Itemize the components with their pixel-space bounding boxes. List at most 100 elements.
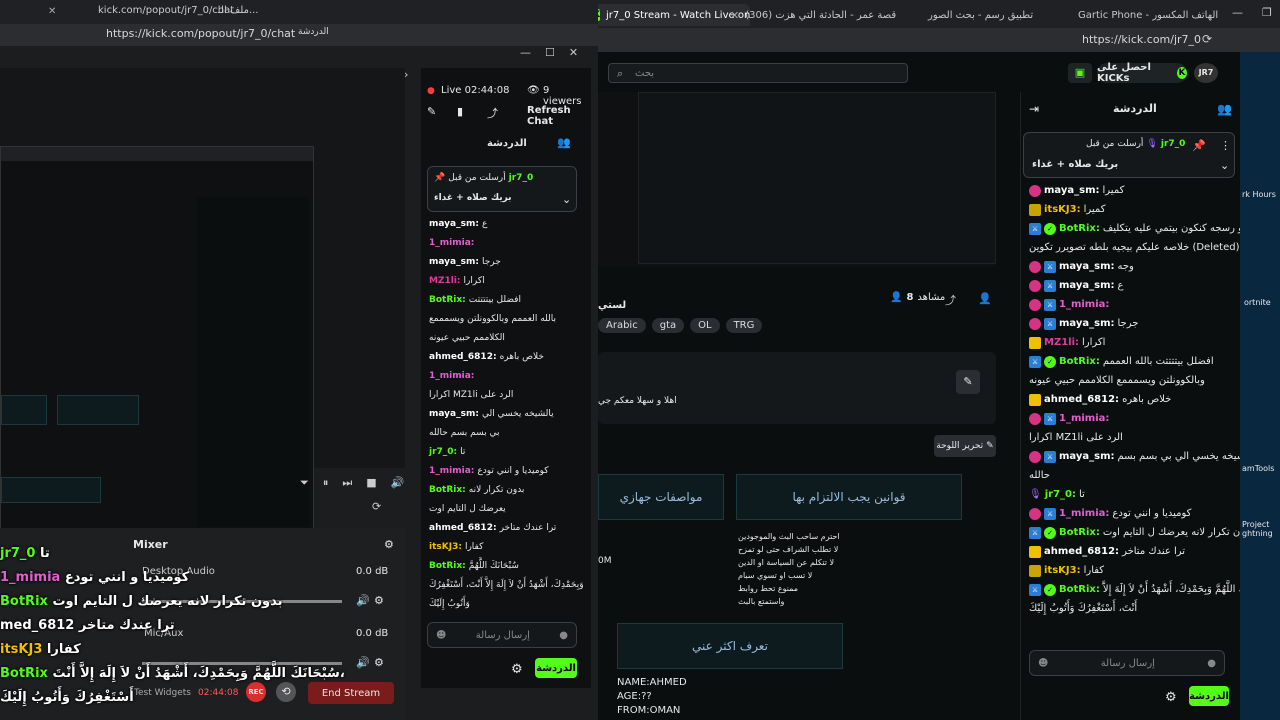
pencil-icon[interactable]: ✎ — [427, 105, 436, 118]
tag-gta[interactable]: gta — [651, 318, 685, 333]
chat-username[interactable]: ahmed_6812: — [1044, 393, 1119, 406]
popout-url[interactable]: https://kick.com/popout/jr7_0/chat — [106, 27, 295, 40]
chat-username[interactable]: maya_sm: — [1059, 317, 1115, 330]
volume-icon[interactable]: 🔊 — [391, 476, 405, 490]
share-icon[interactable]: ⤴ — [487, 105, 498, 121]
chat-username[interactable]: BotRix: — [429, 294, 466, 307]
send-chat-button[interactable]: الدردشة — [535, 658, 577, 678]
minimize-icon[interactable]: — — [1232, 6, 1243, 19]
get-kicks-button[interactable]: احصل على KICKs K — [1097, 62, 1187, 84]
panel-specs[interactable]: مواصفات جهازي — [598, 474, 724, 520]
chat-username[interactable]: maya_sm: — [1059, 260, 1115, 273]
maximize-icon[interactable]: ☐ — [545, 46, 555, 59]
chat-username[interactable]: itsKJ3: — [1044, 564, 1081, 577]
avatar[interactable]: JR7 — [1194, 63, 1218, 83]
tab-google-images[interactable]: تطبيق رسم - بحث الصور — [920, 4, 1060, 26]
chat-username[interactable]: maya_sm: — [1059, 279, 1115, 292]
chevron-down-icon[interactable]: ⌄ — [1220, 159, 1229, 172]
chat-username[interactable]: maya_sm: — [429, 408, 479, 421]
chat-username[interactable]: itsKJ3: — [429, 541, 462, 554]
url-field[interactable]: https://kick.com/jr7_0 — [1082, 33, 1201, 46]
pinned-message[interactable]: 📌 أرسلت من قبل jr7_0 بريك صلاه + غداء ⌄ — [427, 166, 577, 212]
follow-icon[interactable]: 👤 — [978, 292, 992, 305]
panel-about[interactable]: تعرف اكثر عني — [617, 623, 843, 669]
pause-icon[interactable]: ⏸ — [323, 476, 329, 490]
panel-rules[interactable]: قوانين يجب الالتزام بها — [736, 474, 962, 520]
edit-panel-button[interactable]: تحرير اللوحة ✎ — [934, 435, 996, 457]
refresh-icon[interactable]: ⟳ — [372, 500, 381, 513]
chevron-right-icon[interactable]: › — [404, 68, 408, 81]
users-icon[interactable]: 👥 — [1217, 102, 1232, 116]
chat-message: 1_mimia: — [429, 237, 477, 250]
tag-arabic[interactable]: Arabic — [598, 318, 646, 333]
chat-input-placeholder: إرسال رسالة — [1100, 657, 1155, 669]
obs-preview[interactable]: › — [0, 68, 408, 530]
desktop-icon-label[interactable]: ortnite — [1244, 298, 1271, 307]
edit-icon[interactable]: ✎ — [956, 370, 980, 394]
chat-text: بدون تكرار لانه — [468, 485, 525, 495]
desktop-icon-label[interactable]: rk Hours — [1242, 190, 1276, 199]
minimize-icon[interactable]: — — [520, 46, 531, 59]
settings-icon[interactable]: ⚙ — [511, 662, 523, 677]
chat-username[interactable]: maya_sm: — [1044, 184, 1100, 197]
tag-trg[interactable]: TRG — [725, 318, 763, 333]
chat-input[interactable]: ☻ إرسال رسالة ● — [427, 622, 577, 648]
chat-username[interactable]: ahmed_6812: — [429, 522, 497, 535]
chevron-down-icon[interactable]: ⌄ — [562, 193, 571, 206]
chat-username[interactable]: 1_mimia: — [429, 465, 474, 478]
chat-username[interactable]: maya_sm: — [429, 218, 479, 231]
chat-username[interactable]: BotRix: — [1059, 222, 1100, 235]
chat-username[interactable]: BotRix: — [1059, 355, 1100, 368]
chat-username[interactable]: maya_sm: — [1059, 450, 1115, 463]
gift-icon[interactable]: ▣ — [1068, 63, 1092, 83]
tab-gartic[interactable]: Gartic Phone - لعبة الهاتف المكسور — [1070, 4, 1220, 26]
chat-username[interactable]: ahmed_6812: — [429, 351, 497, 364]
collapse-icon[interactable]: ⇥ — [1029, 102, 1039, 116]
desktop-icon-label[interactable]: Project ghtning — [1242, 520, 1280, 538]
chat-username[interactable]: jr7_0: — [1045, 488, 1076, 501]
chat-username[interactable]: jr7_0: — [429, 446, 457, 459]
chat-username[interactable]: MZ1li: — [429, 275, 461, 288]
chat-username[interactable]: BotRix: — [429, 484, 466, 497]
refresh-chat-button[interactable]: Refresh Chat — [527, 105, 591, 127]
settings-icon[interactable]: ⚙ — [1165, 690, 1177, 705]
emoji-icon[interactable]: ☻ — [1038, 658, 1048, 669]
chat-username[interactable]: maya_sm: — [429, 256, 479, 269]
pinned-message[interactable]: ⋮ 📌 أرسلت من قبل 🎙 jr7_0 بريك صلاه + غدا… — [1023, 132, 1235, 178]
stop-icon[interactable]: ■ — [366, 476, 376, 490]
video-icon[interactable]: ▮ — [457, 105, 463, 118]
popout-tab-label[interactable]: ملف الـ... — [218, 5, 259, 16]
stream-preview[interactable] — [598, 92, 996, 266]
send-chat-button[interactable]: الدردشة — [1189, 686, 1229, 706]
chat-username[interactable]: 1_mimia: — [1059, 298, 1109, 311]
chat-username[interactable]: MZ1li: — [1044, 336, 1079, 349]
users-icon[interactable]: 👥 — [557, 136, 571, 149]
chat-username[interactable]: 1_mimia: — [429, 370, 474, 383]
share-icon[interactable]: ⤴ — [945, 292, 956, 308]
emoji-icon[interactable]: ☻ — [436, 630, 446, 641]
user-badge-icon — [1029, 336, 1041, 349]
tab-youtube[interactable]: ✕ (306) قصة عمر - الحادثة التي هزت — [722, 4, 922, 26]
chat-username[interactable]: BotRix: — [429, 560, 466, 573]
search-input[interactable]: ⌕ بحث — [608, 63, 908, 83]
chat-input[interactable]: ☻ إرسال رسالة ● — [1029, 650, 1225, 676]
chat-username[interactable]: ahmed_6812: — [1044, 545, 1119, 558]
desktop-icon-label[interactable]: amTools — [1242, 464, 1274, 473]
restore-icon[interactable]: ❐ — [1262, 6, 1272, 19]
popout-tab-label[interactable]: kick.com/popout/jr7_0/chat — [98, 5, 234, 16]
close-icon[interactable]: ✕ — [569, 46, 578, 59]
skip-icon[interactable]: ⏭ — [342, 476, 352, 490]
close-icon[interactable]: ✕ — [730, 9, 739, 22]
chat-username[interactable]: itsKJ3: — [1044, 203, 1081, 216]
chat-username[interactable]: BotRix: — [1059, 583, 1100, 596]
tag-ol[interactable]: OL — [690, 318, 720, 333]
nested-panel — [1, 477, 101, 503]
close-icon[interactable]: ✕ — [48, 6, 56, 17]
more-icon[interactable]: ⋮ — [1220, 139, 1231, 152]
reload-icon[interactable]: ⟳ — [1202, 32, 1212, 46]
chat-username[interactable]: BotRix: — [1059, 526, 1100, 539]
filter-icon[interactable]: ⏷ — [300, 476, 309, 490]
chat-username[interactable]: 1_mimia: — [1059, 507, 1109, 520]
chat-username[interactable]: 1_mimia: — [1059, 412, 1109, 425]
chat-username[interactable]: 1_mimia: — [429, 237, 474, 250]
